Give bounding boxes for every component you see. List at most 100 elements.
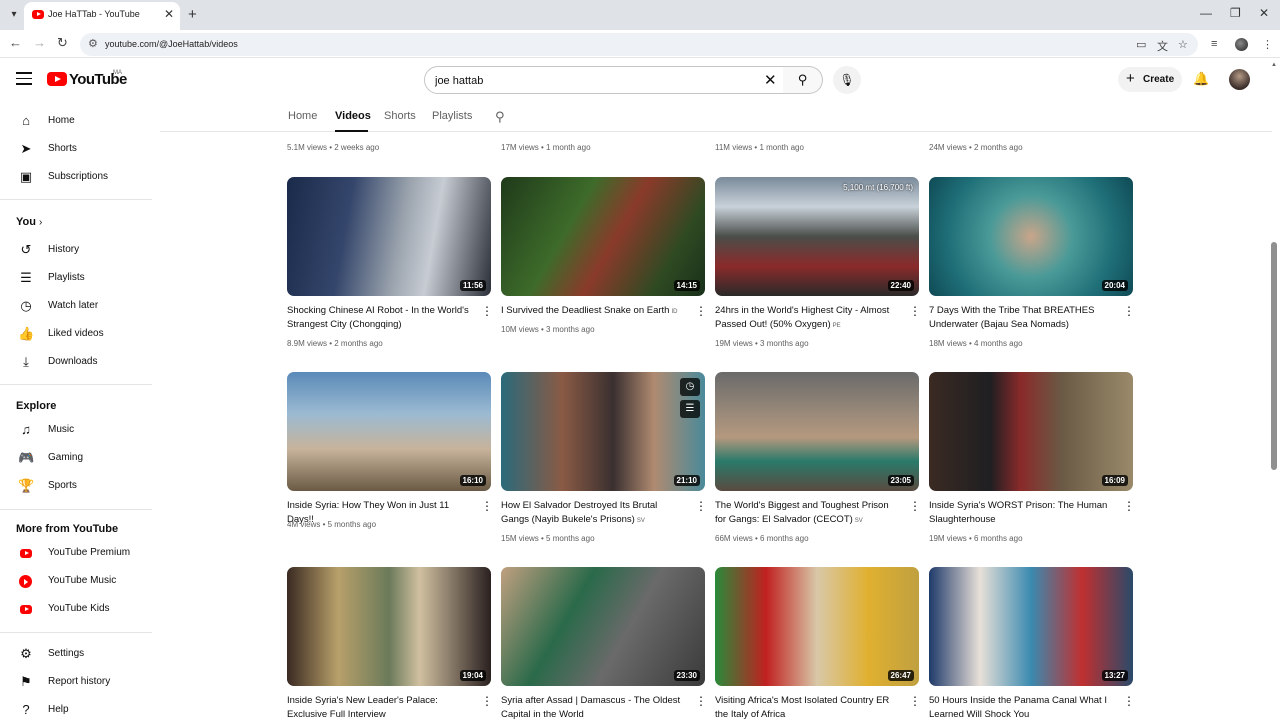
back-icon[interactable]: ← bbox=[9, 35, 22, 50]
tab-close-icon[interactable]: ✕ bbox=[164, 7, 174, 21]
page-scrollbar[interactable]: ▲ bbox=[1271, 62, 1277, 720]
video-thumbnail[interactable]: 20:04 bbox=[929, 177, 1133, 296]
video-title[interactable]: Syria after Assad | Damascus - The Oldes… bbox=[501, 694, 685, 720]
sidebar-item-music[interactable]: ♫ Music bbox=[0, 416, 152, 444]
sidebar-you-heading[interactable]: You › bbox=[16, 216, 42, 228]
video-thumbnail[interactable]: 5,100 mt (16,700 ft) 22:40 bbox=[715, 177, 919, 296]
video-card[interactable]: 16:09 Inside Syria's WORST Prison: The H… bbox=[929, 372, 1135, 543]
sidebar-item-watch-later[interactable]: ◷ Watch later bbox=[0, 292, 152, 320]
watch-later-icon[interactable]: ◷ bbox=[680, 378, 700, 396]
notifications-bell-icon[interactable]: 🔔 bbox=[1193, 71, 1209, 87]
site-info-icon[interactable]: ⚙ bbox=[88, 37, 98, 50]
channel-search-icon[interactable]: ⚲ bbox=[495, 109, 505, 125]
video-card[interactable]: 13:27 50 Hours Inside the Panama Canal W… bbox=[929, 567, 1135, 720]
search-input[interactable] bbox=[435, 73, 755, 89]
more-options-icon[interactable]: ⋮ bbox=[481, 305, 493, 317]
video-card[interactable]: 26:47 Visiting Africa's Most Isolated Co… bbox=[715, 567, 921, 720]
video-thumbnail[interactable]: 14:15 bbox=[501, 177, 705, 296]
video-thumbnail[interactable]: ◷ ☰ 21:10 bbox=[501, 372, 705, 491]
more-options-icon[interactable]: ⋮ bbox=[695, 305, 707, 317]
video-card[interactable]: 23:30 Syria after Assad | Damascus - The… bbox=[501, 567, 707, 720]
video-card[interactable]: 5,100 mt (16,700 ft) 22:40 24hrs in the … bbox=[715, 177, 921, 348]
sidebar-item-settings[interactable]: ⚙ Settings bbox=[0, 640, 152, 668]
tab-search-icon[interactable]: ▾ bbox=[6, 7, 22, 23]
video-thumbnail[interactable]: 23:05 bbox=[715, 372, 919, 491]
more-options-icon[interactable]: ⋮ bbox=[481, 695, 493, 707]
sidebar-item-home[interactable]: ⌂ Home bbox=[0, 107, 152, 135]
video-card[interactable]: ◷ ☰ 21:10 How El Salvador Destroyed Its … bbox=[501, 372, 707, 543]
browser-profile-icon[interactable] bbox=[1235, 38, 1248, 51]
sidebar-item-sports[interactable]: 🏆 Sports bbox=[0, 472, 152, 500]
more-options-icon[interactable]: ⋮ bbox=[909, 500, 921, 512]
video-title[interactable]: 24hrs in the World's Highest City - Almo… bbox=[715, 304, 899, 333]
sidebar-item-report-history[interactable]: ⚑ Report history bbox=[0, 668, 152, 696]
video-title[interactable]: 7 Days With the Tribe That BREATHES Unde… bbox=[929, 304, 1113, 333]
video-thumbnail[interactable]: 26:47 bbox=[715, 567, 919, 686]
new-tab-icon[interactable]: + bbox=[188, 6, 197, 23]
cast-icon[interactable]: ▭ bbox=[1136, 38, 1146, 51]
sidebar-item-youtube-premium[interactable]: YouTube Premium bbox=[0, 539, 152, 567]
sidebar-item-playlists[interactable]: ☰ Playlists bbox=[0, 264, 152, 292]
search-button[interactable]: ⚲ bbox=[783, 66, 823, 94]
more-options-icon[interactable]: ⋮ bbox=[1123, 500, 1135, 512]
forward-icon[interactable]: → bbox=[33, 35, 46, 50]
video-title[interactable]: How El Salvador Destroyed Its Brutal Gan… bbox=[501, 499, 685, 528]
tab-home[interactable]: Home bbox=[288, 110, 317, 122]
scroll-thumb[interactable] bbox=[1271, 242, 1277, 470]
translate-icon[interactable]: 文 bbox=[1157, 38, 1168, 54]
video-thumbnail[interactable]: 13:27 bbox=[929, 567, 1133, 686]
video-card[interactable]: 14:15 I Survived the Deadliest Snake on … bbox=[501, 177, 707, 334]
video-card[interactable]: 16:10 Inside Syria: How They Won in Just… bbox=[287, 372, 493, 529]
more-options-icon[interactable]: ⋮ bbox=[695, 695, 707, 707]
more-options-icon[interactable]: ⋮ bbox=[909, 695, 921, 707]
more-options-icon[interactable]: ⋮ bbox=[1123, 695, 1135, 707]
video-title[interactable]: Inside Syria's WORST Prison: The Human S… bbox=[929, 499, 1113, 528]
youtube-logo-icon[interactable] bbox=[47, 72, 67, 86]
video-card[interactable]: 11:56 Shocking Chinese AI Robot - In the… bbox=[287, 177, 493, 348]
sidebar-item-liked-videos[interactable]: 👍 Liked videos bbox=[0, 320, 152, 348]
clear-search-icon[interactable]: ✕ bbox=[764, 71, 777, 89]
create-button[interactable]: + Create bbox=[1118, 67, 1182, 92]
sidebar-item-history[interactable]: ↺ History bbox=[0, 236, 152, 264]
restore-icon[interactable]: ❐ bbox=[1230, 6, 1241, 20]
sidebar-item-youtube-kids[interactable]: YouTube Kids bbox=[0, 595, 152, 623]
video-title[interactable]: Shocking Chinese AI Robot - In the World… bbox=[287, 304, 471, 333]
video-card[interactable]: 19:04 Inside Syria's New Leader's Palace… bbox=[287, 567, 493, 720]
video-title[interactable]: I Survived the Deadliest Snake on Earth I… bbox=[501, 304, 685, 319]
more-options-icon[interactable]: ⋮ bbox=[1123, 305, 1135, 317]
video-title[interactable]: 50 Hours Inside the Panama Canal What I … bbox=[929, 694, 1113, 720]
account-avatar[interactable] bbox=[1229, 69, 1250, 90]
video-thumbnail[interactable]: 16:09 bbox=[929, 372, 1133, 491]
video-title[interactable]: Visiting Africa's Most Isolated Country … bbox=[715, 694, 899, 720]
video-thumbnail[interactable]: 11:56 bbox=[287, 177, 491, 296]
sidebar-item-downloads[interactable]: ⤓ Downloads bbox=[0, 348, 152, 376]
video-card[interactable]: 20:04 7 Days With the Tribe That BREATHE… bbox=[929, 177, 1135, 348]
browser-menu-icon[interactable]: ⋮ bbox=[1262, 38, 1273, 51]
video-thumbnail[interactable]: 19:04 bbox=[287, 567, 491, 686]
video-title[interactable]: Inside Syria's New Leader's Palace: Excl… bbox=[287, 694, 471, 720]
tab-videos[interactable]: Videos bbox=[335, 110, 371, 122]
video-title[interactable]: The World's Biggest and Toughest Prison … bbox=[715, 499, 899, 528]
window-close-icon[interactable]: ✕ bbox=[1259, 6, 1269, 20]
tab-playlists[interactable]: Playlists bbox=[432, 110, 472, 122]
sidebar-item-subscriptions[interactable]: ▣ Subscriptions bbox=[0, 163, 152, 191]
media-control-icon[interactable]: ≡ bbox=[1211, 38, 1217, 50]
video-thumbnail[interactable]: 23:30 bbox=[501, 567, 705, 686]
minimize-icon[interactable]: — bbox=[1200, 6, 1212, 20]
video-card[interactable]: 23:05 The World's Biggest and Toughest P… bbox=[715, 372, 921, 543]
sidebar-item-youtube-music[interactable]: YouTube Music bbox=[0, 567, 152, 595]
more-options-icon[interactable]: ⋮ bbox=[909, 305, 921, 317]
reload-icon[interactable]: ↻ bbox=[57, 35, 68, 51]
address-bar[interactable]: ⚙ youtube.com/@JoeHattab/videos ▭ 文 ☆ bbox=[80, 33, 1198, 56]
menu-icon[interactable] bbox=[16, 72, 32, 86]
voice-search-button[interactable]: 🎙 bbox=[833, 66, 861, 94]
sidebar-item-gaming[interactable]: 🎮 Gaming bbox=[0, 444, 152, 472]
tab-shorts[interactable]: Shorts bbox=[384, 110, 416, 122]
video-thumbnail[interactable]: 16:10 bbox=[287, 372, 491, 491]
scroll-up-icon[interactable]: ▲ bbox=[1271, 62, 1277, 68]
more-options-icon[interactable]: ⋮ bbox=[695, 500, 707, 512]
add-to-queue-icon[interactable]: ☰ bbox=[680, 400, 700, 418]
bookmark-star-icon[interactable]: ☆ bbox=[1178, 38, 1188, 51]
sidebar-item-shorts[interactable]: ➤ Shorts bbox=[0, 135, 152, 163]
browser-tab[interactable]: Joe HaTTab - YouTube ✕ bbox=[24, 2, 180, 30]
